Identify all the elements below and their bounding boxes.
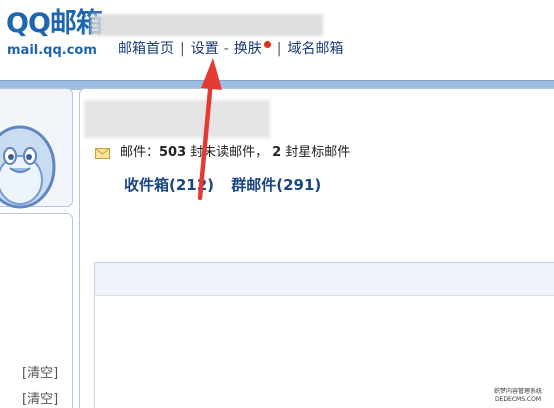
nav-dash: - [223,41,229,57]
content-box-header [95,263,554,296]
unread-count[interactable]: 503 [159,144,186,162]
unread-text: 封未读邮件， [190,145,269,160]
inbox-link[interactable]: 收件箱(212) [124,176,214,194]
header: QQ邮箱 mail.qq.com 邮箱首页 | 设置 - 换肤 | 域名邮箱 [0,0,554,82]
watermark-line-1: 织梦内容管理系统 [493,388,542,395]
notification-dot-icon [263,40,271,48]
group-mail-link[interactable]: 群邮件(291) [231,176,321,194]
mail-summary-label: 邮件： [120,145,160,160]
watermark-line-2: DEDECMS.COM [495,396,541,403]
content-box [94,262,554,408]
clear-folder-link[interactable]: [清空] [22,392,58,408]
qq-mail-logo[interactable]: QQ邮箱 [6,8,103,40]
watermark: 织梦内容管理系统 DEDECMS.COM [487,388,549,406]
nav-skin-link[interactable]: 换肤 [234,40,262,58]
blurred-account-name [91,14,323,36]
starred-text: 封星标邮件 [285,145,351,160]
nav-domain-mail-link[interactable]: 域名邮箱 [288,40,344,58]
blurred-greeting [84,100,270,138]
qq-mail-page: QQ邮箱 mail.qq.com 邮箱首页 | 设置 - 换肤 | 域名邮箱 [… [0,0,554,408]
clear-folder-link[interactable]: [清空] [22,366,58,382]
logo-domain: mail.qq.com [7,43,97,58]
nav-separator: | [276,41,282,57]
nav-separator: | [180,41,185,57]
mail-summary: 邮件： 503 封未读邮件， 2 封星标邮件 [95,144,350,162]
nav-mail-home-link[interactable]: 邮箱首页 [118,40,174,58]
qq-penguin-avatar-icon[interactable] [0,122,60,212]
starred-count[interactable]: 2 [272,144,281,162]
nav-settings-link[interactable]: 设置 [191,40,219,58]
top-nav: 邮箱首页 | 设置 - 换肤 | 域名邮箱 [118,40,344,58]
folder-links: 收件箱(212) 群邮件(291) [124,175,321,195]
envelope-icon [95,147,110,159]
